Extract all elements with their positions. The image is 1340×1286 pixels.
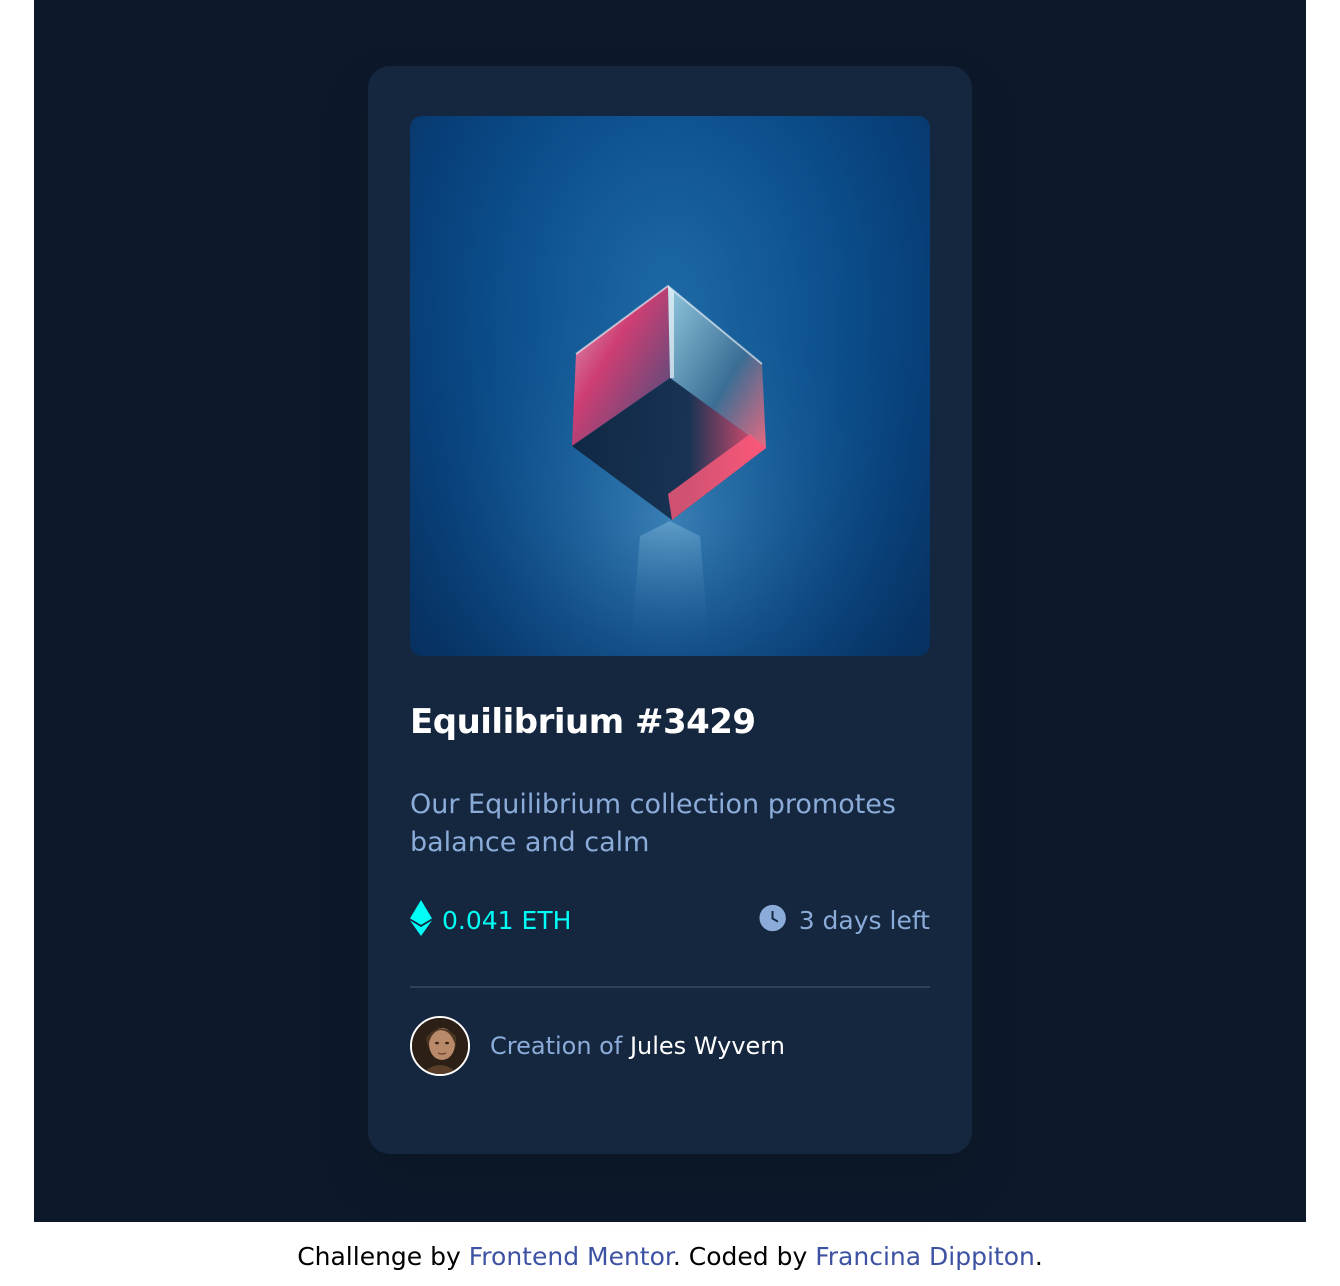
clock-icon [759,904,787,936]
price-value: 0.041 ETH [442,905,572,935]
nft-title[interactable]: Equilibrium #3429 [410,702,756,742]
frontend-mentor-link[interactable]: Frontend Mentor [469,1242,673,1271]
page-background: Equilibrium #3429 Our Equilibrium collec… [34,0,1306,1222]
creator-text: Creation of Jules Wyvern [490,1032,785,1060]
nft-description: Our Equilibrium collection promotes bala… [410,789,896,858]
nft-hero-image[interactable] [410,116,930,656]
nft-card: Equilibrium #3429 Our Equilibrium collec… [368,66,972,1154]
creator-prefix: Creation of [490,1032,623,1060]
attribution-suffix: . [1034,1242,1043,1271]
ethereum-icon [410,900,432,940]
author-link[interactable]: Francina Dippiton [815,1242,1035,1271]
avatar [410,1016,470,1076]
creator-name-link[interactable]: Jules Wyvern [630,1032,785,1060]
attribution-prefix: Challenge by [297,1242,469,1271]
attribution-middle: . Coded by [672,1242,816,1271]
creator-info: Creation of Jules Wyvern [410,1016,785,1076]
time-left-value: 3 days left [798,905,930,935]
glass-cube-illustration [410,116,930,656]
attribution: Challenge by Frontend Mentor. Coded by F… [0,1242,1340,1271]
price-info: 0.041 ETH [410,900,572,940]
time-info: 3 days left [759,902,930,938]
divider [410,986,930,988]
